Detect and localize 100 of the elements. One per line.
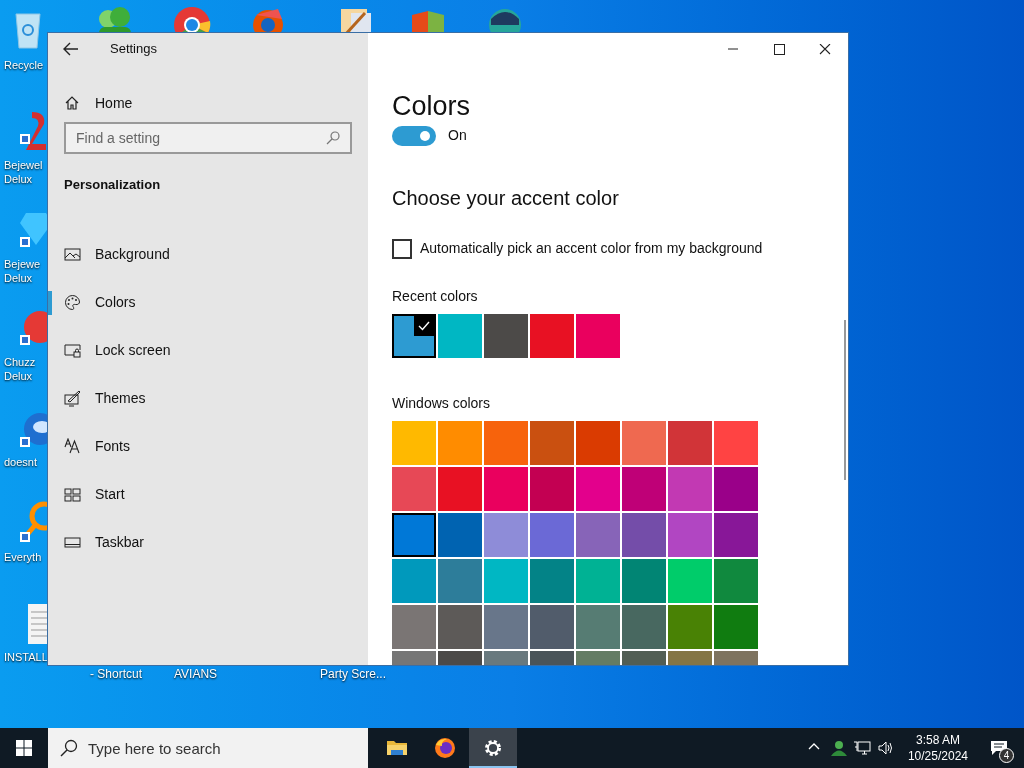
color-swatch[interactable]: [714, 559, 758, 603]
search-icon: [60, 739, 78, 757]
color-swatch[interactable]: [438, 513, 482, 557]
windows-icon: [16, 740, 32, 756]
color-swatch[interactable]: [530, 513, 574, 557]
color-swatch[interactable]: [484, 605, 528, 649]
color-swatch[interactable]: [668, 421, 712, 465]
notification-count: 4: [999, 748, 1014, 763]
icon-label[interactable]: Recycle: [4, 58, 44, 72]
person-icon[interactable]: [828, 739, 847, 757]
start-icon: [64, 486, 81, 503]
color-swatch[interactable]: [392, 314, 436, 358]
color-swatch[interactable]: [392, 467, 436, 511]
color-swatch[interactable]: [668, 559, 712, 603]
checkmark-icon: [418, 321, 430, 331]
icon-label[interactable]: Chuzz: [4, 355, 36, 369]
nav-item[interactable]: Fonts: [48, 422, 368, 471]
color-swatch[interactable]: [622, 513, 666, 557]
scrollbar[interactable]: [844, 320, 846, 480]
color-swatch[interactable]: [622, 421, 666, 465]
color-swatch[interactable]: [576, 605, 620, 649]
nav-item[interactable]: Background: [48, 230, 368, 279]
nav-item[interactable]: Lock screen: [48, 326, 368, 375]
icon-label[interactable]: Bejewel: [4, 158, 43, 172]
nav-item[interactable]: Themes: [48, 374, 368, 423]
section-label: Recent colors: [392, 287, 478, 306]
notifications-button[interactable]: 4: [984, 728, 1014, 768]
color-swatch[interactable]: [576, 559, 620, 603]
color-swatch[interactable]: [392, 421, 436, 465]
toggle-switch[interactable]: [392, 125, 436, 146]
nav-item[interactable]: Start: [48, 470, 368, 519]
icon-label[interactable]: Delux: [4, 172, 33, 186]
auto-pick-checkbox[interactable]: Automatically pick an accent color from my background: [392, 238, 763, 259]
color-swatch[interactable]: [484, 559, 528, 603]
background-icon: [64, 246, 81, 263]
lock-icon: [64, 342, 81, 359]
color-swatch[interactable]: [392, 605, 436, 649]
colors-icon: [64, 294, 81, 311]
color-swatch[interactable]: [576, 314, 620, 358]
taskbar-icon: [64, 534, 81, 551]
color-swatch[interactable]: [714, 605, 758, 649]
color-swatch[interactable]: [484, 314, 528, 358]
color-swatch[interactable]: [530, 559, 574, 603]
color-swatch[interactable]: [530, 467, 574, 511]
back-arrow-icon: [63, 42, 79, 56]
icon-label[interactable]: - Shortcut: [90, 667, 143, 681]
color-swatch[interactable]: [484, 513, 528, 557]
icon-label[interactable]: Everyth: [4, 550, 42, 564]
search-icon: [326, 131, 340, 145]
color-swatch[interactable]: [622, 559, 666, 603]
color-swatch[interactable]: [622, 467, 666, 511]
volume-icon[interactable]: [876, 739, 895, 757]
taskbar-app-button[interactable]: [469, 728, 517, 768]
fonts-icon: [64, 438, 81, 455]
home-link[interactable]: Home: [64, 91, 264, 115]
color-swatch[interactable]: [484, 421, 528, 465]
icon-label[interactable]: Bejewe: [4, 257, 41, 271]
color-swatch[interactable]: [576, 513, 620, 557]
section-label: Windows colors: [392, 394, 491, 413]
color-swatch[interactable]: [576, 421, 620, 465]
icon-label[interactable]: doesnt: [4, 455, 38, 469]
color-swatch[interactable]: [622, 605, 666, 649]
color-swatch[interactable]: [392, 559, 436, 603]
color-swatch[interactable]: [438, 421, 482, 465]
icon-label[interactable]: Delux: [4, 271, 33, 285]
color-swatch[interactable]: [668, 513, 712, 557]
color-swatch[interactable]: [530, 605, 574, 649]
nav-item[interactable]: Taskbar: [48, 518, 368, 567]
taskbar-search-field[interactable]: Type here to search: [48, 728, 368, 768]
color-swatch[interactable]: [714, 467, 758, 511]
color-swatch[interactable]: [392, 513, 436, 557]
close-icon: [819, 43, 831, 55]
section-heading: Choose your accent color: [392, 186, 619, 211]
color-swatch[interactable]: [714, 421, 758, 465]
color-swatch[interactable]: [438, 314, 482, 358]
color-swatch[interactable]: [530, 421, 574, 465]
network-icon[interactable]: [852, 739, 871, 757]
color-swatch[interactable]: [530, 314, 574, 358]
themes-icon: [64, 390, 81, 407]
icon-label[interactable]: Party Scre...: [320, 667, 387, 681]
color-swatch[interactable]: [576, 467, 620, 511]
maximize-icon: [773, 43, 785, 55]
color-swatch[interactable]: [438, 467, 482, 511]
color-swatch[interactable]: [438, 605, 482, 649]
color-swatch[interactable]: [668, 467, 712, 511]
icon-label[interactable]: Delux: [4, 369, 33, 383]
section-heading: Personalization: [64, 176, 162, 194]
icon-label[interactable]: INSTALL: [4, 650, 48, 664]
page-title: Colors: [392, 91, 471, 121]
color-swatch[interactable]: [668, 605, 712, 649]
window-title: Settings: [110, 40, 157, 59]
search-field[interactable]: Find a setting: [64, 122, 352, 154]
home-icon: [64, 95, 80, 111]
color-swatch[interactable]: [484, 467, 528, 511]
browser-icon: [433, 736, 457, 760]
color-swatch[interactable]: [714, 513, 758, 557]
toggle-label: On: [448, 126, 467, 145]
clock[interactable]: 3:58 AM 10/25/2024: [903, 732, 972, 764]
icon-label[interactable]: AVIANS: [174, 667, 218, 681]
color-swatch[interactable]: [438, 559, 482, 603]
